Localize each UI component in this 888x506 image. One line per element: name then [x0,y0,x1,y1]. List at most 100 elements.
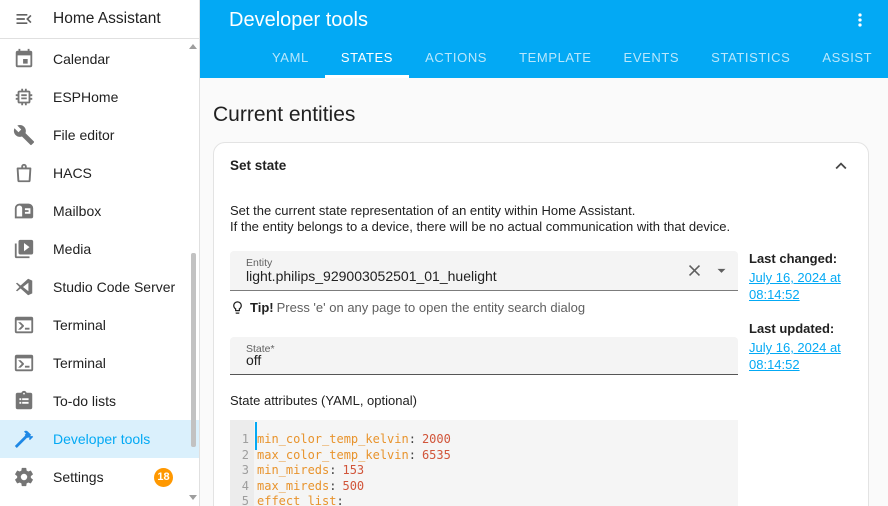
yaml-value: 500 [342,479,364,493]
yaml-key: max_mireds [257,479,329,493]
yaml-colon: : [336,494,343,506]
chip-icon [13,86,35,108]
sidebar-item-label: Calendar [53,51,110,67]
wrench-icon [13,124,35,146]
yaml-colon: : [329,463,336,477]
tip-row: Tip! Press 'e' on any page to open the e… [230,300,738,315]
sidebar-item-label: Studio Code Server [53,279,175,295]
card-description: Set the current state representation of … [230,203,852,234]
app-window: Home Assistant Calendar ESPHome File edi… [0,0,888,506]
gear-icon [13,466,35,488]
tab-statistics[interactable]: STATISTICS [695,40,806,78]
vscode-icon [13,276,35,298]
sidebar-item-label: File editor [53,127,114,143]
calendar-icon [13,48,35,70]
settings-notification-badge: 18 [154,468,173,487]
card-title: Set state [230,158,286,173]
yaml-key: min_color_temp_kelvin [257,432,409,446]
tab-states[interactable]: STATES [325,40,409,78]
sidebar-scrollbar[interactable] [189,42,197,502]
shopping-bag-icon [13,162,35,184]
sidebar-item-label: HACS [53,165,92,181]
sidebar-item-todo-lists[interactable]: To-do lists [0,382,199,420]
yaml-colon: : [329,479,336,493]
clipboard-list-icon [13,390,35,412]
tab-assist[interactable]: ASSIST [806,40,888,78]
tip-label: Tip! [250,300,274,315]
state-field-value: off [246,352,261,368]
console-icon [13,352,35,374]
yaml-value: 6535 [422,448,451,462]
scrollbar-down-arrow-icon[interactable] [189,495,197,500]
last-changed-block: Last changed: July 16, 2024 at 08:14:52 [749,251,852,303]
sidebar-item-media[interactable]: Media [0,230,199,268]
editor-line: 5 effect_list: [230,494,738,506]
sidebar-item-terminal-2[interactable]: Terminal [0,344,199,382]
yaml-editor[interactable]: 1 min_color_temp_kelvin:2000 2 max_color… [230,420,738,506]
page-title: Current entities [213,103,888,127]
collapse-chevron-up-icon[interactable] [830,155,852,177]
set-state-card: Set state Set the current state represen… [213,142,869,506]
sidebar-item-label: Mailbox [53,203,101,219]
last-updated-link[interactable]: July 16, 2024 at 08:14:52 [749,340,852,373]
entity-meta-column: Last changed: July 16, 2024 at 08:14:52 … [749,251,852,506]
mailbox-icon [13,200,35,222]
line-number: 4 [230,479,254,495]
tab-events[interactable]: EVENTS [608,40,696,78]
sidebar-item-label: Settings [53,469,104,485]
yaml-key: max_color_temp_kelvin [257,448,409,462]
sidebar-item-esphome[interactable]: ESPHome [0,78,199,116]
line-number: 5 [230,494,254,506]
sidebar-item-studio-code-server[interactable]: Studio Code Server [0,268,199,306]
hammer-icon [13,428,35,450]
overflow-menu-icon[interactable] [850,10,870,30]
sidebar-item-terminal-1[interactable]: Terminal [0,306,199,344]
last-updated-label: Last updated: [749,321,852,336]
sidebar-item-label: Terminal [53,317,106,333]
state-field[interactable]: State* off [230,337,738,375]
tab-template[interactable]: TEMPLATE [503,40,607,78]
sidebar-list: Calendar ESPHome File editor HACS Mailbo… [0,40,199,506]
dropdown-caret-icon[interactable] [712,261,731,280]
sidebar-item-label: To-do lists [53,393,116,409]
sidebar-item-calendar[interactable]: Calendar [0,40,199,78]
sidebar-item-label: Terminal [53,355,106,371]
last-changed-link[interactable]: July 16, 2024 at 08:14:52 [749,270,852,303]
app-title: Home Assistant [53,10,161,28]
description-line-1: Set the current state representation of … [230,203,852,219]
tab-bar: YAML STATES ACTIONS TEMPLATE EVENTS STAT… [256,40,888,78]
sidebar-item-hacs[interactable]: HACS [0,154,199,192]
menu-open-icon[interactable] [14,9,34,29]
app-header: Developer tools YAML STATES ACTIONS TEMP… [200,0,888,78]
yaml-key: effect_list [257,494,336,506]
yaml-key: min_mireds [257,463,329,477]
description-line-2: If the entity belongs to a device, there… [230,219,852,235]
tab-yaml[interactable]: YAML [256,40,325,78]
main-area: Developer tools YAML STATES ACTIONS TEMP… [200,0,888,506]
sidebar-item-developer-tools[interactable]: Developer tools [0,420,199,458]
tip-text: Press 'e' on any page to open the entity… [277,300,586,315]
editor-line: 1 min_color_temp_kelvin:2000 [230,432,738,448]
sidebar-item-settings[interactable]: Settings 18 [0,458,199,496]
last-updated-block: Last updated: July 16, 2024 at 08:14:52 [749,321,852,373]
sidebar-item-label: Developer tools [53,431,150,447]
state-attributes-label: State attributes (YAML, optional) [230,393,738,408]
line-number: 2 [230,448,254,464]
tab-actions[interactable]: ACTIONS [409,40,503,78]
lightbulb-icon [230,300,245,315]
yaml-value: 153 [342,463,364,477]
last-changed-label: Last changed: [749,251,852,266]
yaml-colon: : [409,432,416,446]
sidebar-item-label: ESPHome [53,89,118,105]
scrollbar-up-arrow-icon[interactable] [189,44,197,49]
clear-entity-icon[interactable] [685,261,704,280]
sidebar-item-file-editor[interactable]: File editor [0,116,199,154]
sidebar-item-label: Media [53,241,91,257]
sidebar-item-mailbox[interactable]: Mailbox [0,192,199,230]
yaml-value: 2000 [422,432,451,446]
sidebar-scrollbar-thumb[interactable] [191,253,196,447]
entity-field-value: light.philips_929003052501_01_huelight [246,268,497,284]
entity-field[interactable]: Entity light.philips_929003052501_01_hue… [230,251,738,291]
line-number: 1 [230,432,254,448]
page-header-title: Developer tools [229,9,368,32]
